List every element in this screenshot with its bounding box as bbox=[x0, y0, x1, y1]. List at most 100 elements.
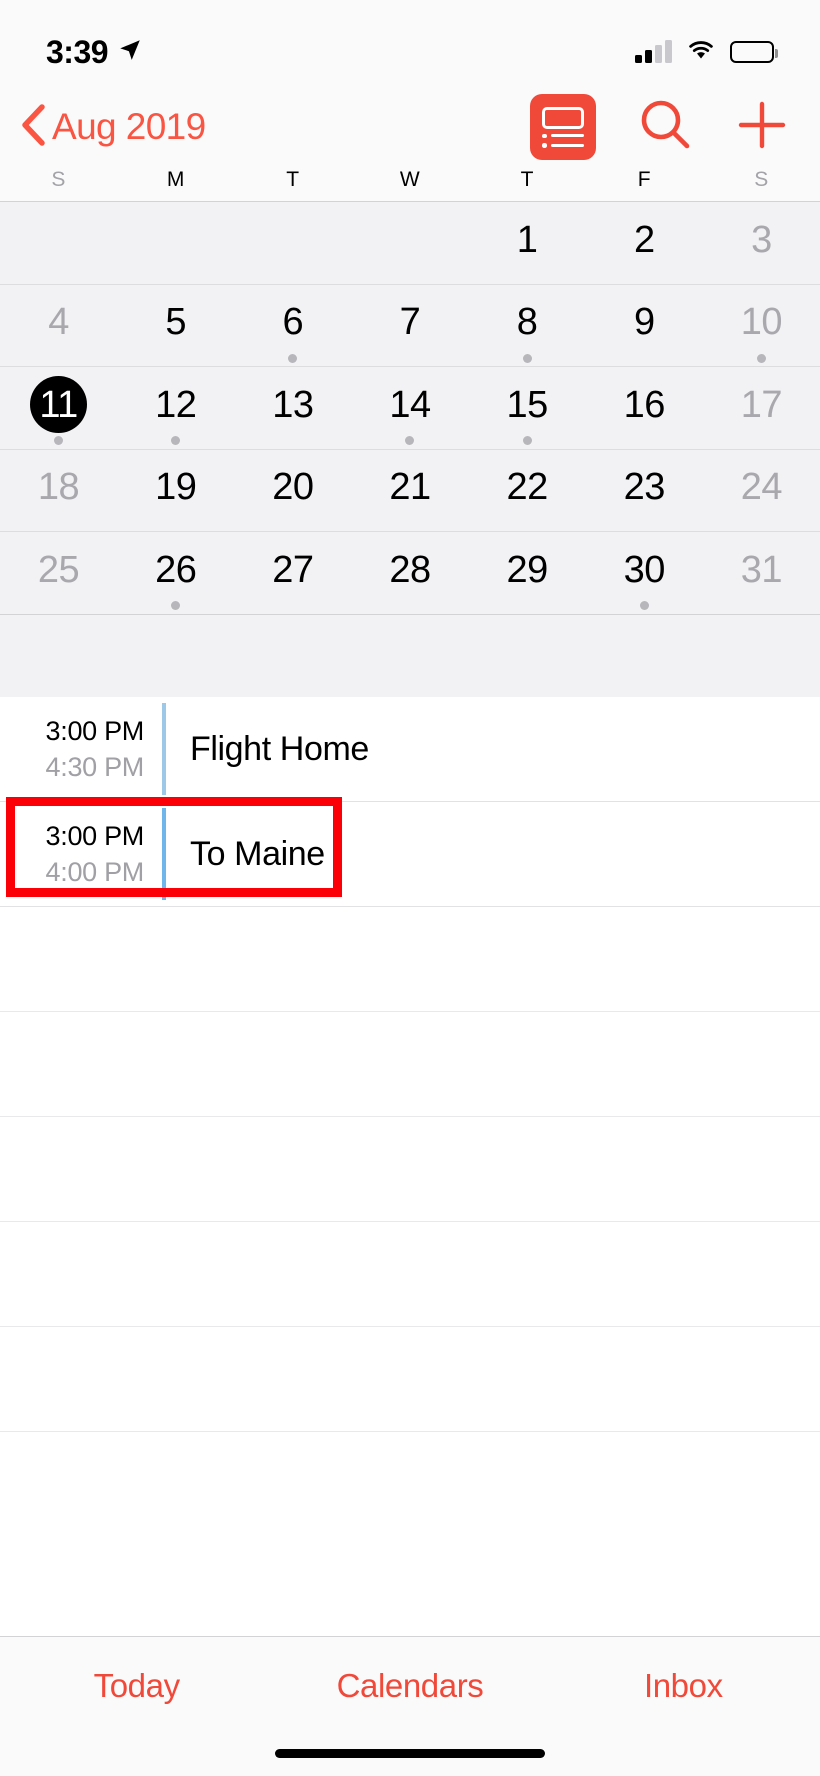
calendar-day-number: 29 bbox=[506, 548, 548, 591]
calendar-day-10[interactable]: 10 bbox=[703, 285, 820, 367]
calendar-day-24[interactable]: 24 bbox=[703, 450, 820, 532]
calendar-day-number: 21 bbox=[389, 466, 431, 508]
calendar-day-19[interactable]: 19 bbox=[117, 450, 234, 532]
list-view-toggle-button[interactable] bbox=[530, 94, 596, 160]
calendar-day-14[interactable]: 14 bbox=[351, 367, 468, 449]
calendar-day-number: 5 bbox=[165, 301, 187, 343]
calendar-week-row: 1 2 3 bbox=[0, 202, 820, 285]
calendar-day-number: 1 bbox=[516, 218, 538, 261]
calendar-day-16[interactable]: 16 bbox=[586, 367, 703, 449]
calendar-day-5[interactable]: 5 bbox=[117, 285, 234, 367]
calendar-day-number: 26 bbox=[155, 548, 197, 591]
calendar-day-11[interactable]: 11 bbox=[0, 367, 117, 449]
calendar-week-row: 4 5 6 7 8 9 10 bbox=[0, 285, 820, 367]
calendar-day-26[interactable]: 26 bbox=[117, 532, 234, 614]
calendar-day-1[interactable]: 1 bbox=[469, 202, 586, 284]
event-row[interactable]: 3:00 PM 4:00 PM To Maine bbox=[0, 802, 820, 907]
weekday-header-4: T bbox=[520, 168, 534, 191]
calendar-day-29[interactable]: 29 bbox=[469, 532, 586, 614]
calendar-day-7[interactable]: 7 bbox=[351, 285, 468, 367]
calendar-day-17[interactable]: 17 bbox=[703, 367, 820, 449]
calendar-day-number: 31 bbox=[740, 548, 783, 591]
tab-today[interactable]: Today bbox=[0, 1667, 273, 1705]
event-indicator-dot bbox=[639, 601, 649, 610]
event-body: Flight Home bbox=[166, 697, 820, 801]
status-bar-time: 3:39 bbox=[46, 33, 109, 70]
calendar-day-28[interactable]: 28 bbox=[351, 532, 468, 614]
event-list-empty-row bbox=[0, 907, 820, 1012]
event-indicator-dot bbox=[54, 436, 64, 445]
calendar-day-23[interactable]: 23 bbox=[586, 450, 703, 532]
event-indicator-dot bbox=[522, 353, 532, 363]
calendar-day-number: 24 bbox=[740, 466, 783, 508]
calendar-day-6[interactable]: 6 bbox=[234, 285, 351, 367]
add-event-button[interactable] bbox=[734, 97, 790, 158]
calendar-day-number: 10 bbox=[740, 301, 783, 343]
event-time-block: 3:00 PM 4:30 PM bbox=[0, 697, 162, 801]
event-indicator-dot bbox=[756, 353, 766, 363]
month-grid: 1 2 3 4 5 6 7 8 9 10 11 12 13 14 15 16 17 18 19 20 21 22 23 24 2… bbox=[0, 202, 820, 697]
battery-icon bbox=[730, 41, 778, 63]
calendar-day-number: 30 bbox=[623, 548, 666, 591]
calendar-day-number: 15 bbox=[506, 383, 548, 426]
weekday-header-row: SMTWTFS bbox=[0, 168, 820, 202]
wifi-icon bbox=[686, 39, 716, 66]
chevron-left-icon bbox=[18, 102, 48, 153]
calendar-day-number bbox=[381, 211, 438, 268]
calendar-day-9[interactable]: 9 bbox=[586, 285, 703, 367]
calendar-day-number: 11 bbox=[30, 376, 88, 433]
home-indicator bbox=[275, 1749, 545, 1758]
calendar-day-25[interactable]: 25 bbox=[0, 532, 117, 614]
event-list: 3:00 PM 4:30 PM Flight Home 3:00 PM 4:00 PM T… bbox=[0, 697, 820, 1432]
calendar-day-22[interactable]: 22 bbox=[469, 450, 586, 532]
status-bar-right bbox=[635, 39, 778, 66]
event-time-block: 3:00 PM 4:00 PM bbox=[0, 802, 162, 906]
back-button-label: Aug 2019 bbox=[52, 106, 206, 147]
calendar-app-screen: 3:39 Aug 2019 S M T W T F S 1 2 3 4 5 6 … bbox=[0, 0, 820, 1776]
cellular-signal-icon bbox=[635, 40, 672, 63]
tab-inbox[interactable]: Inbox bbox=[547, 1667, 820, 1705]
calendar-day-number: 9 bbox=[633, 301, 655, 343]
calendar-day-30[interactable]: 30 bbox=[586, 532, 703, 614]
weekday-header-1: M bbox=[166, 168, 185, 191]
event-end-time: 4:00 PM bbox=[45, 856, 145, 887]
calendar-day-number: 25 bbox=[37, 548, 80, 591]
calendar-day-number: 3 bbox=[751, 218, 772, 261]
weekday-header-6: S bbox=[754, 168, 769, 191]
calendar-day-number: 2 bbox=[633, 218, 655, 261]
calendar-day-number: 27 bbox=[272, 548, 314, 591]
weekday-header-0: S bbox=[51, 168, 66, 191]
calendar-day-number: 13 bbox=[272, 383, 314, 426]
calendar-day-13[interactable]: 13 bbox=[234, 367, 351, 449]
event-row[interactable]: 3:00 PM 4:30 PM Flight Home bbox=[0, 697, 820, 802]
list-view-rows-glyph bbox=[542, 133, 584, 148]
back-to-month-button[interactable]: Aug 2019 bbox=[18, 102, 206, 153]
calendar-day-2[interactable]: 2 bbox=[586, 202, 703, 284]
calendar-day-number: 6 bbox=[282, 301, 304, 343]
calendar-day-empty bbox=[117, 202, 234, 284]
search-icon bbox=[636, 96, 694, 159]
calendar-day-12[interactable]: 12 bbox=[117, 367, 234, 449]
tab-calendars[interactable]: Calendars bbox=[273, 1667, 546, 1705]
calendar-day-empty bbox=[234, 202, 351, 284]
calendar-day-15[interactable]: 15 bbox=[469, 367, 586, 449]
calendar-day-27[interactable]: 27 bbox=[234, 532, 351, 614]
calendar-day-number bbox=[30, 211, 87, 268]
calendar-day-number: 19 bbox=[155, 466, 197, 508]
navigation-bar: Aug 2019 bbox=[0, 86, 820, 168]
weekday-header-5: F bbox=[637, 168, 651, 191]
calendar-day-8[interactable]: 8 bbox=[469, 285, 586, 367]
calendar-day-4[interactable]: 4 bbox=[0, 285, 117, 367]
calendar-day-21[interactable]: 21 bbox=[351, 450, 468, 532]
calendar-day-3[interactable]: 3 bbox=[703, 202, 820, 284]
calendar-day-18[interactable]: 18 bbox=[0, 450, 117, 532]
search-button[interactable] bbox=[636, 96, 694, 159]
event-indicator-dot bbox=[405, 436, 415, 445]
calendar-day-20[interactable]: 20 bbox=[234, 450, 351, 532]
event-indicator-dot bbox=[171, 601, 181, 610]
calendar-day-31[interactable]: 31 bbox=[703, 532, 820, 614]
calendar-day-number: 8 bbox=[516, 301, 538, 343]
event-list-empty-row bbox=[0, 1327, 820, 1432]
calendar-day-number: 7 bbox=[399, 301, 421, 343]
calendar-day-number: 17 bbox=[740, 383, 783, 426]
